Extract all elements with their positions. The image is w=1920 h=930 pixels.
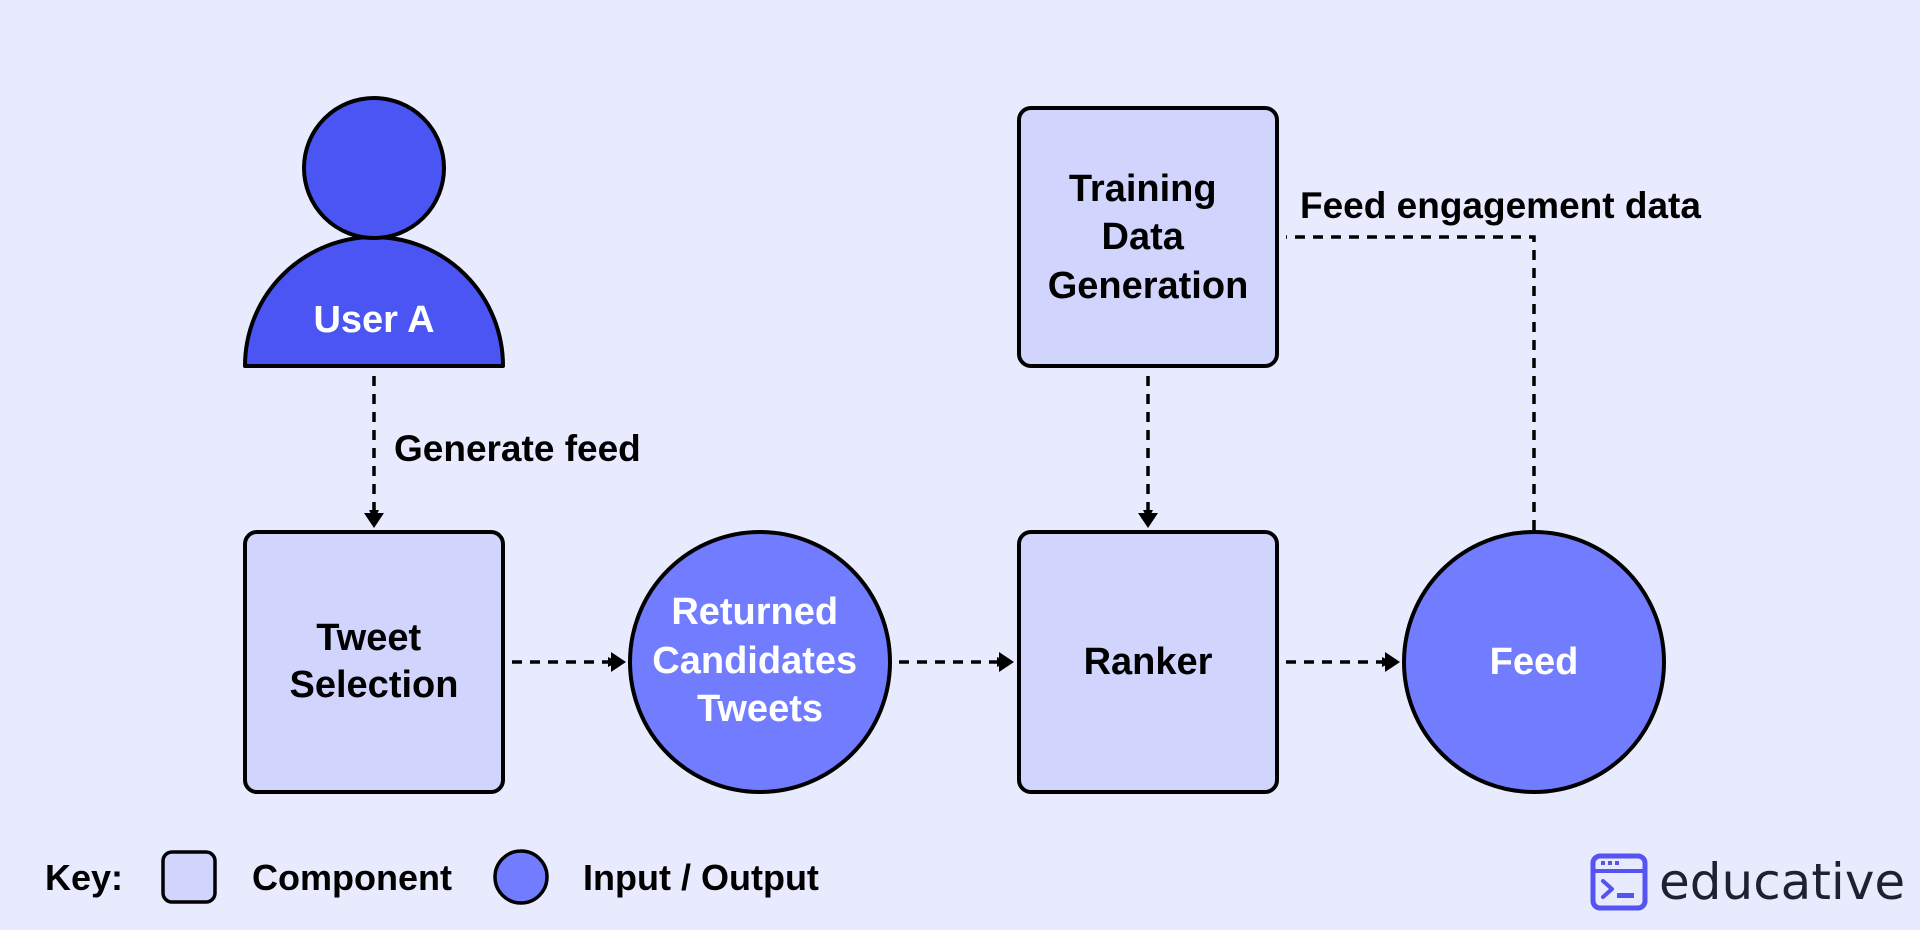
node-ranker[interactable]: Ranker [1017,530,1279,794]
arrowhead-icon [364,513,384,528]
user-head-icon [302,96,446,240]
legend: Key: Component Input / Output [45,849,819,905]
edge-label-generate-feed: Generate feed [394,428,641,469]
node-feed[interactable]: Feed [1402,530,1666,794]
legend-component-label: Component [252,857,452,898]
arrowhead-icon [611,652,626,672]
legend-component-swatch [161,850,217,904]
node-user-a[interactable]: User A [243,96,505,368]
feed-label: Feed [1490,641,1579,683]
arrowhead-icon [1385,652,1400,672]
node-tweet-selection[interactable]: Tweet Selection [243,530,505,794]
legend-io-swatch [493,849,549,905]
node-training-data-generation[interactable]: Training Data Generation [1017,106,1279,368]
ranker-label: Ranker [1084,641,1213,683]
educative-logo[interactable]: educative [1590,853,1905,911]
architecture-diagram: User A Tweet Selection Returned Candidat… [45,96,1905,911]
user-a-label: User A [313,299,434,341]
legend-title: Key: [45,857,123,898]
node-returned-candidates[interactable]: Returned Candidates Tweets [628,530,892,794]
legend-io-label: Input / Output [583,857,819,898]
educative-wordmark: educative [1659,853,1905,911]
arrowhead-icon [999,652,1014,672]
tweet-selection-box [243,530,505,794]
arrowhead-icon [1138,513,1158,528]
terminal-window-icon [1590,853,1648,911]
edge-label-feed-engagement-data: Feed engagement data [1300,185,1701,226]
edge-feed-to-training [1286,235,1536,530]
